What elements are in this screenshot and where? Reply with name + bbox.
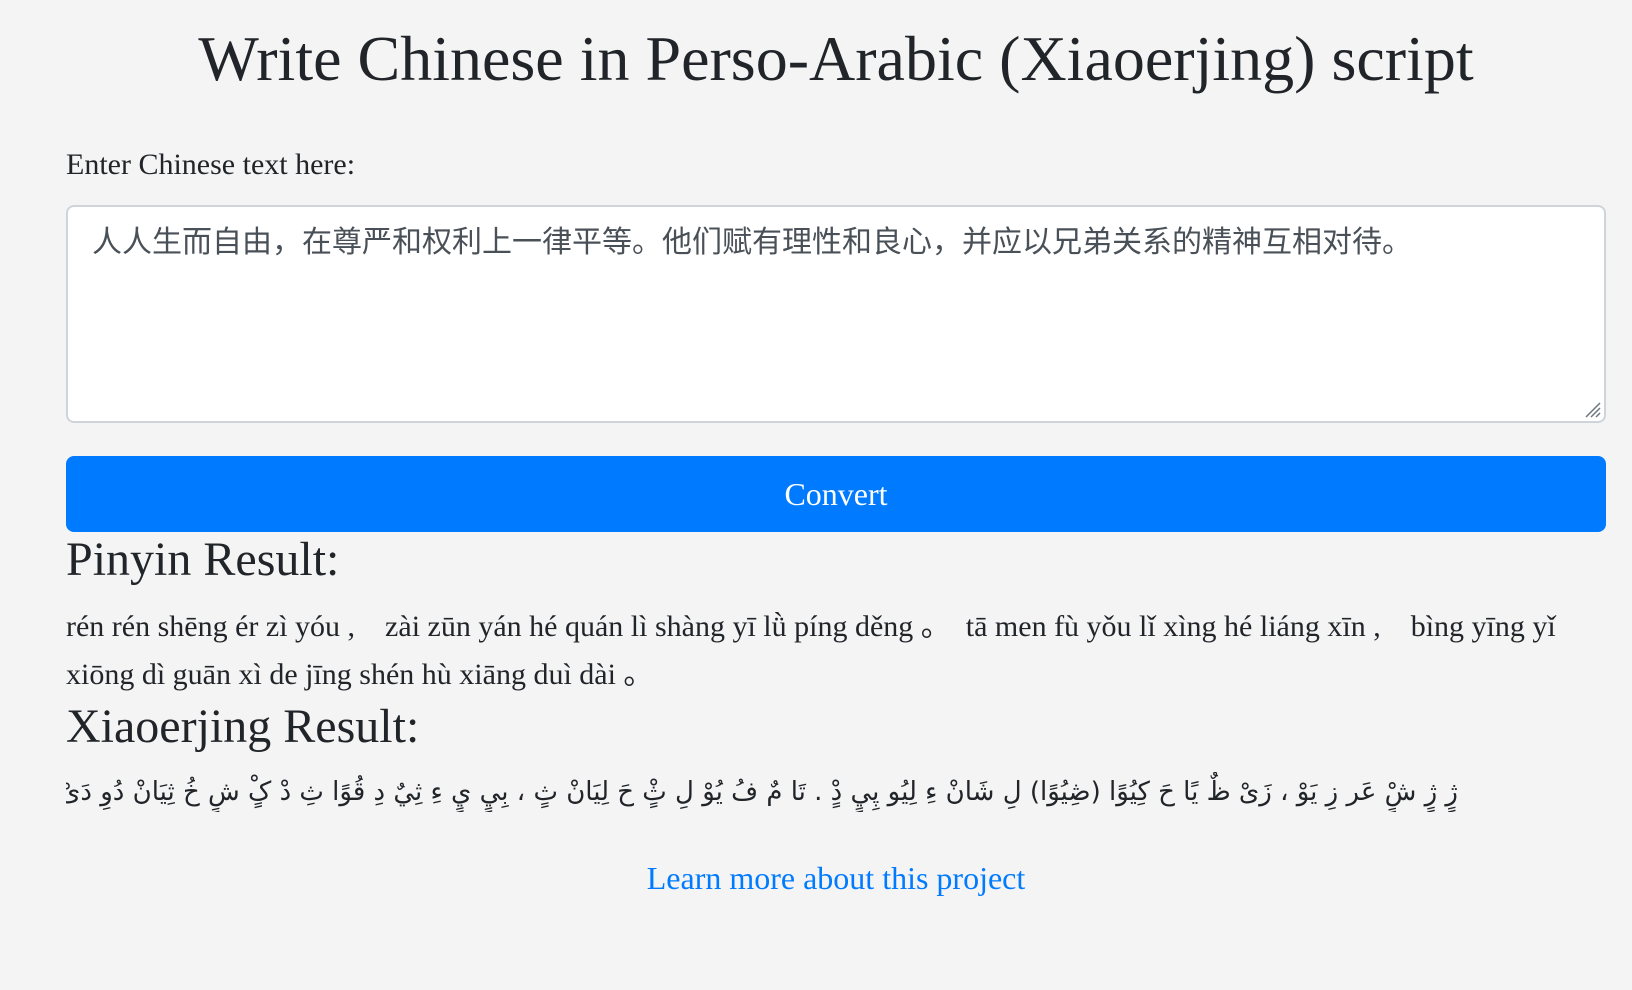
chinese-text-input[interactable] (66, 205, 1606, 423)
pinyin-result-text: rén rén shēng ér zì yóu , zài zūn yán hé… (66, 610, 1564, 691)
main-container: Write Chinese in Perso-Arabic (Xiaoerjin… (66, 0, 1606, 896)
chinese-input-wrapper (66, 205, 1606, 423)
pinyin-result-heading: Pinyin Result: (66, 533, 340, 586)
xiaoerjing-result-heading: Xiaoerjing Result: (66, 700, 420, 753)
page-title: Write Chinese in Perso-Arabic (Xiaoerjin… (198, 23, 1474, 94)
input-label: Enter Chinese text here: (66, 148, 356, 181)
xiaoerjing-result-text: ژٍ ژٍ شٍْ عَر زِ يَوْ ، زَىْ ظٌ يًا حَ ک… (66, 777, 1458, 807)
learn-more-link[interactable]: Learn more about this project (66, 860, 1606, 896)
resize-handle-icon[interactable] (1582, 399, 1602, 419)
convert-button[interactable]: Convert (66, 456, 1606, 532)
